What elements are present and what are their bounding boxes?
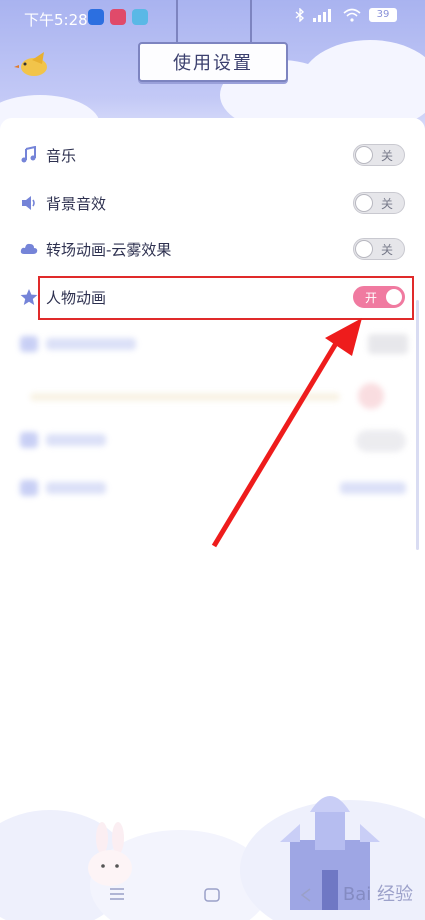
toggle-state-text: 关 [380, 149, 393, 163]
speaker-icon [22, 196, 35, 210]
toggle-knob [355, 240, 373, 258]
blurred-row-label [46, 482, 106, 494]
toggle-knob [355, 146, 373, 164]
back-nav-icon[interactable] [300, 888, 312, 902]
blurred-row-label [46, 434, 106, 446]
blurred-row-icon [20, 336, 38, 352]
toggle-state-text: 关 [380, 243, 393, 257]
toggle-knob [355, 194, 373, 212]
sign-rope-right [250, 0, 252, 42]
sign-rope-left [176, 0, 178, 42]
setting-row-music: 音乐 关 [0, 132, 425, 178]
setting-label-cloud-transition: 转场动画-云雾效果 [46, 240, 172, 259]
setting-row-background-sound: 背景音效 关 [0, 180, 425, 226]
blurred-row-control [356, 430, 406, 452]
blurred-row-icon [20, 432, 38, 448]
navigation-bar: Bai 经验 [0, 870, 425, 920]
bluetooth-icon [295, 8, 305, 22]
bluetooth-app-icon [88, 9, 104, 25]
highlight-annotation-box [38, 276, 414, 320]
background-sound-toggle[interactable]: 关 [353, 192, 405, 214]
blurred-row-control [340, 482, 406, 494]
cloud-icon [20, 243, 38, 254]
battery-indicator: 39 [369, 8, 397, 22]
watermark: Bai 经验 [342, 884, 413, 905]
music-toggle[interactable]: 关 [353, 144, 405, 166]
bottom-decorative-scene: Bai 经验 [0, 770, 425, 920]
setting-label-background-sound: 背景音效 [46, 194, 107, 213]
blurred-dots-row [30, 393, 340, 401]
signal-icon [313, 9, 331, 22]
star-icon [20, 289, 38, 305]
blurred-row-icon [20, 480, 38, 496]
blurred-pink-marker [358, 383, 384, 409]
photo-app-icon [132, 9, 148, 25]
wifi-icon [343, 8, 361, 22]
music-note-icon [21, 146, 36, 163]
menu-nav-icon[interactable] [110, 888, 124, 900]
blurred-row-control [368, 334, 408, 354]
bird-icon [14, 52, 47, 76]
blurred-row-label [46, 338, 136, 350]
setting-row-cloud-transition: 转场动画-云雾效果 关 [0, 226, 425, 272]
scrollbar[interactable] [416, 300, 419, 550]
home-nav-icon[interactable] [204, 888, 220, 902]
status-time: 下午5:28 [24, 11, 88, 29]
page-title-text: 使用设置 [173, 53, 253, 74]
toggle-state-text: 关 [380, 197, 393, 211]
red-app-icon [110, 9, 126, 25]
cloud-transition-toggle[interactable]: 关 [353, 238, 405, 260]
page-title: 使用设置 [138, 42, 288, 82]
status-bar: 下午5:28 39 [0, 0, 425, 36]
setting-label-music: 音乐 [46, 146, 77, 165]
